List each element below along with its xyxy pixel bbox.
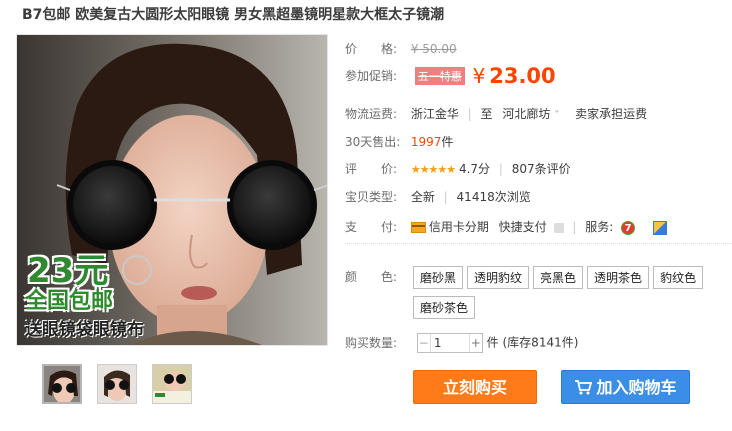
color-option[interactable]: 豹纹色: [653, 266, 704, 289]
promo-price: 23.00: [489, 64, 556, 88]
quantity-label: 购买数量:: [345, 335, 398, 350]
separator: |: [498, 162, 503, 176]
quantity-unit: 件: [486, 335, 499, 350]
sales-count: 1997: [410, 135, 442, 149]
thumbnail-photo-2: [98, 365, 136, 403]
buy-now-button[interactable]: 立刻购买: [413, 370, 537, 404]
color-option[interactable]: 透明豹纹: [467, 266, 530, 289]
payment-label: 支 付:: [345, 220, 398, 234]
shipping-to-prefix: 至: [480, 107, 493, 121]
service-label: 服务:: [585, 220, 614, 234]
rating-stars-icon: ★★★★★: [410, 163, 456, 176]
item-condition: 全新: [410, 190, 435, 204]
fast-pay-icon: [553, 222, 564, 233]
promo-label: 参加促销:: [345, 68, 398, 83]
image-promo-gift: 送眼镜袋眼镜布: [25, 320, 144, 340]
type-label: 宝贝类型:: [345, 190, 398, 204]
price-label: 价 格:: [345, 42, 398, 56]
separator: |: [443, 190, 448, 204]
thumbnail-1[interactable]: [42, 364, 82, 404]
thumbnail-photo-3: [153, 365, 191, 403]
chevron-down-icon[interactable]: ˅: [554, 110, 559, 121]
view-count: 41418次浏览: [456, 190, 531, 204]
rating-row: 评 价: ★★★★★ 4.7分 | 807条评价: [345, 160, 571, 177]
guarantee-icon[interactable]: [652, 220, 667, 235]
promo-row: 参加促销: 五一特惠 ¥ 23.00: [345, 64, 556, 88]
color-option[interactable]: 透明茶色: [587, 266, 650, 289]
thumbnail-photo-1: [44, 366, 80, 402]
cart-icon: [574, 371, 593, 405]
quantity-input[interactable]: 1: [434, 334, 442, 352]
rating-score: 4.7分: [458, 162, 491, 176]
shipping-fee: 卖家承担运费: [575, 107, 648, 121]
divider: [345, 243, 732, 244]
review-count-link[interactable]: 807条评价: [512, 162, 571, 176]
separator: |: [572, 220, 577, 234]
original-price: ¥ 50.00: [410, 42, 457, 56]
quantity-increase-button[interactable]: +: [468, 334, 482, 352]
promo-tag[interactable]: 五一特惠: [414, 67, 465, 85]
shipping-from: 浙江金华: [410, 107, 459, 121]
thumbnail-3[interactable]: [152, 364, 192, 404]
color-label-row: 颜 色:: [345, 268, 407, 285]
rating-label: 评 价:: [345, 162, 398, 176]
fast-pay-link[interactable]: 快捷支付: [499, 220, 547, 234]
color-option[interactable]: 亮黑色: [533, 266, 584, 289]
credit-installment-link[interactable]: 信用卡分期: [429, 220, 489, 234]
color-label: 颜 色:: [345, 270, 398, 284]
add-to-cart-button[interactable]: 加入购物车: [561, 370, 690, 404]
thumbnail-2[interactable]: [97, 364, 137, 404]
type-row: 宝贝类型: 全新 | 41418次浏览: [345, 188, 531, 205]
sales-label: 30天售出:: [345, 135, 401, 149]
credit-card-icon: [410, 222, 426, 233]
image-promo-free-shipping: 全国包邮: [25, 289, 114, 314]
quantity-decrease-button[interactable]: −: [418, 334, 431, 352]
color-option[interactable]: 磨砂茶色: [413, 296, 476, 319]
cart-glyph: [575, 380, 593, 395]
payment-row: 支 付: 信用卡分期 快捷支付 | 服务: 7: [345, 218, 667, 235]
main-product-image[interactable]: 23元 全国包邮 送眼镜袋眼镜布: [16, 34, 328, 346]
separator: |: [467, 107, 472, 121]
sales-row: 30天售出: 1997件: [345, 133, 453, 150]
shipping-row: 物流运费: 浙江金华 | 至 河北廊坊 ˅ 卖家承担运费: [345, 105, 647, 122]
shipping-destination-select[interactable]: 河北廊坊: [502, 107, 550, 121]
seven-day-return-icon[interactable]: 7: [621, 220, 636, 235]
quantity-row: 购买数量: − 1 + 件 (库存8141件): [345, 333, 578, 353]
color-options: 磨砂黑 透明豹纹 亮黑色 透明茶色 豹纹色磨砂茶色: [413, 266, 723, 326]
color-option[interactable]: 磨砂黑: [413, 266, 464, 289]
product-title: B7包邮 欧美复古大圆形太阳眼镜 男女黑超墨镜明星款大框太子镜潮: [22, 7, 445, 23]
price-row: 价 格: ¥ 50.00: [345, 40, 457, 57]
sales-unit: 件: [441, 135, 454, 149]
add-to-cart-label: 加入购物车: [596, 378, 677, 397]
quantity-stepper: − 1 +: [416, 333, 483, 353]
currency-symbol: ¥: [472, 64, 486, 88]
shipping-label: 物流运费:: [345, 107, 398, 121]
stock-count: (库存8141件): [502, 335, 579, 350]
